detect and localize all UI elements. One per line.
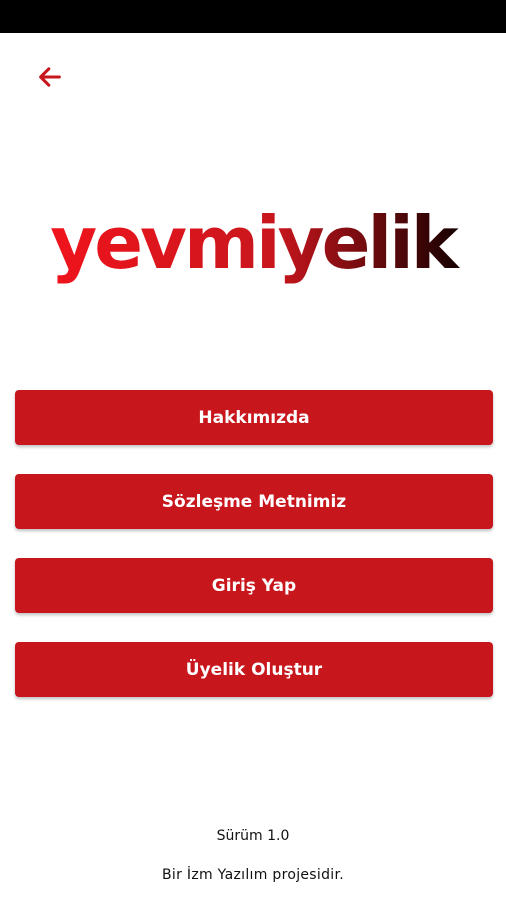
login-button[interactable]: Giriş Yap	[15, 558, 493, 613]
app-logo: yevmiyelik	[0, 198, 506, 298]
back-button[interactable]	[30, 60, 70, 94]
status-bar	[0, 0, 506, 33]
create-account-button[interactable]: Üyelik Oluştur	[15, 642, 493, 697]
logo-text: yevmiyelik	[50, 201, 461, 285]
main-menu: Hakkımızda Sözleşme Metnimiz Giriş Yap Ü…	[15, 390, 493, 726]
back-arrow-icon	[39, 67, 61, 87]
credit-text: Bir İzm Yazılım projesidir.	[162, 867, 344, 883]
about-us-button[interactable]: Hakkımızda	[15, 390, 493, 445]
version-text: Sürüm 1.0	[216, 828, 290, 844]
agreement-text-button[interactable]: Sözleşme Metnimiz	[15, 474, 493, 529]
